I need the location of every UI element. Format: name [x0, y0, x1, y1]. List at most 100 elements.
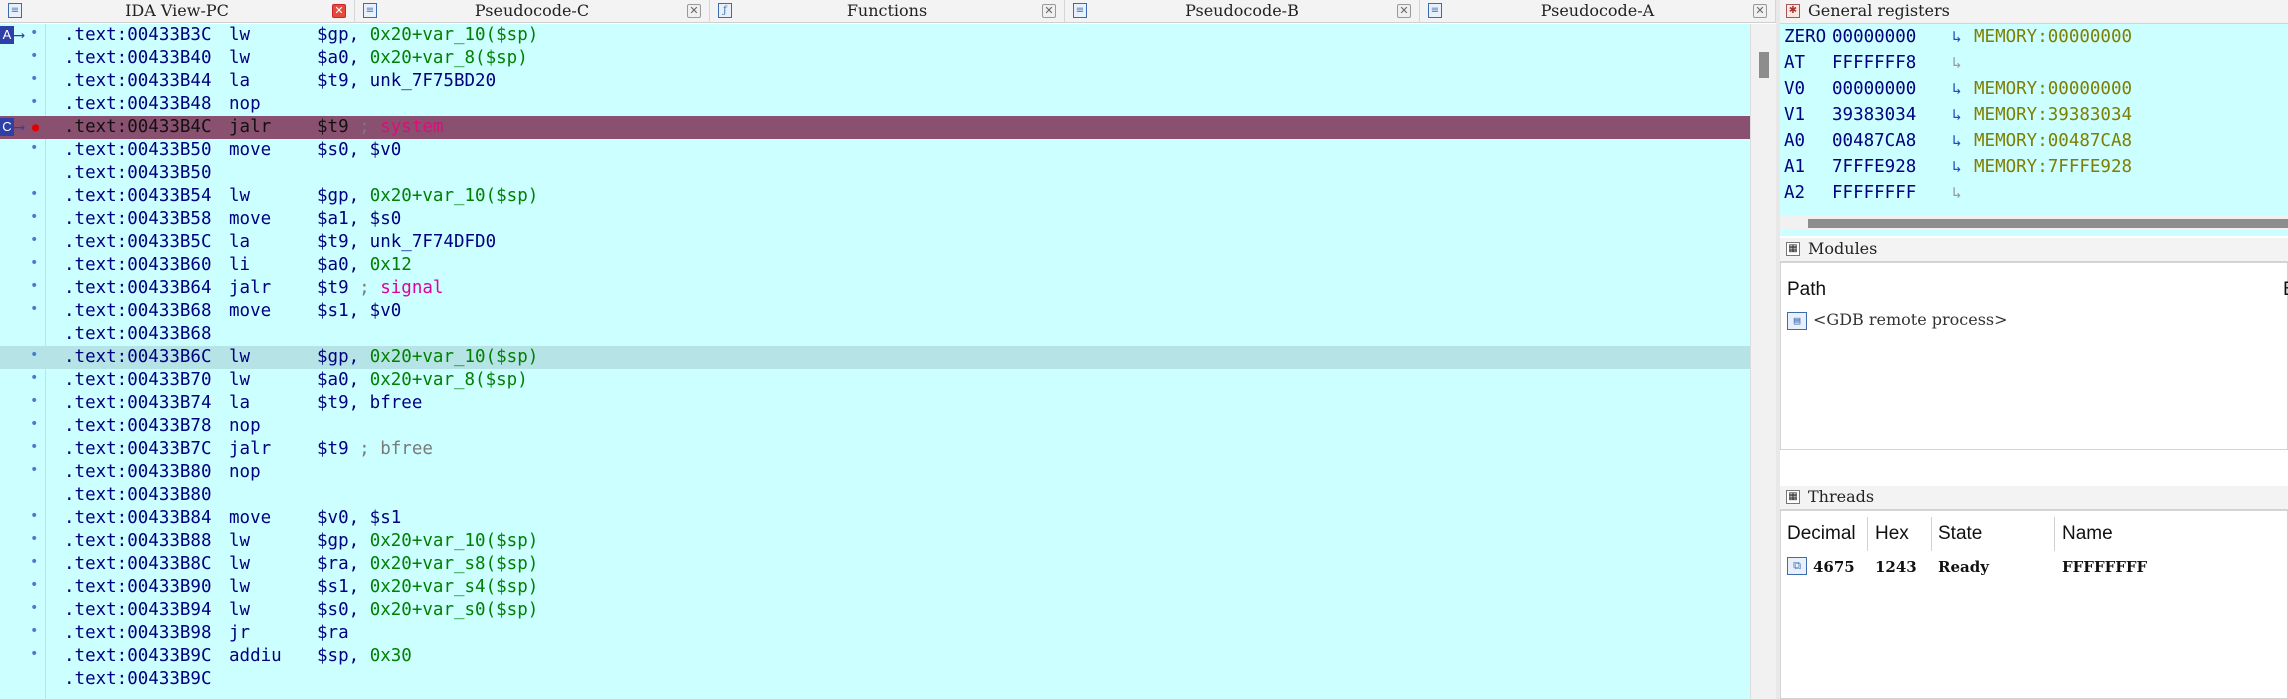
register-value[interactable]: FFFFFFFF [1832, 180, 1916, 206]
register-value[interactable]: 00487CA8 [1832, 128, 1916, 154]
code-mnemonic[interactable]: nop [229, 461, 261, 484]
code-line[interactable]: .text:00433B50 [0, 162, 1750, 185]
code-operands[interactable]: $s1, $v0 [317, 300, 401, 323]
code-mnemonic[interactable]: jalr [229, 438, 271, 461]
code-line[interactable]: • .text:00433B84 move $v0, $s1 [0, 507, 1750, 530]
registers-list[interactable]: ZERO 00000000 ↳ MEMORY:00000000 AT FFFFFFF8 ↳ V… [1780, 24, 2288, 236]
column-header-path[interactable]: Path [1787, 279, 1826, 301]
register-value[interactable]: 00000000 [1832, 76, 1916, 102]
code-line[interactable]: • .text:00433B58 move $a1, $s0 [0, 208, 1750, 231]
tab-pseudocode-c[interactable]: ≡ Pseudocode-C ✕ [355, 0, 710, 23]
column-header-decimal[interactable]: Decimal [1787, 523, 1856, 545]
code-line[interactable]: • .text:00433B5C la $t9, unk_7F74DFD0 [0, 231, 1750, 254]
code-operands[interactable]: $a0, 0x20+var_8($sp) [317, 369, 528, 392]
register-row[interactable]: A1 7FFFE928 ↳ MEMORY:7FFFE928 [1784, 154, 2284, 180]
code-operands[interactable]: $gp, 0x20+var_10($sp) [317, 185, 538, 208]
code-line[interactable]: • .text:00433B8C lw $ra, 0x20+var_s8($sp) [0, 553, 1750, 576]
code-address[interactable]: .text:00433B98 [64, 622, 212, 645]
jump-arrow-icon[interactable]: ↳ [1952, 154, 1962, 180]
code-address[interactable]: .text:00433B58 [64, 208, 212, 231]
code-line[interactable]: .text:00433B4C jalr $t9 ; system [0, 116, 1750, 139]
scrollbar-thumb[interactable] [1808, 219, 2288, 228]
code-operands[interactable]: $a0, 0x12 [317, 254, 412, 277]
code-line[interactable]: • .text:00433B70 lw $a0, 0x20+var_8($sp) [0, 369, 1750, 392]
code-mnemonic[interactable]: move [229, 208, 271, 231]
register-row[interactable]: AT FFFFFFF8 ↳ [1784, 50, 2284, 76]
code-line[interactable]: • .text:00433B3C lw $gp, 0x20+var_10($sp) [0, 24, 1750, 47]
code-line[interactable]: • .text:00433B40 lw $a0, 0x20+var_8($sp) [0, 47, 1750, 70]
code-address[interactable]: .text:00433B44 [64, 70, 212, 93]
code-address[interactable]: .text:00433B94 [64, 599, 212, 622]
code-mnemonic[interactable]: lw [229, 24, 250, 47]
code-mnemonic[interactable]: la [229, 70, 250, 93]
tab-pseudocode-a[interactable]: ≡ Pseudocode-A ✕ [1420, 0, 1776, 23]
jump-arrow-icon[interactable]: ↳ [1952, 50, 1962, 76]
code-address[interactable]: .text:00433B48 [64, 93, 212, 116]
jump-arrow-icon[interactable]: ↳ [1952, 24, 1962, 50]
jump-arrow-icon[interactable]: ↳ [1952, 180, 1962, 206]
vertical-scrollbar[interactable] [1750, 24, 1776, 699]
register-row[interactable]: V0 00000000 ↳ MEMORY:00000000 [1784, 76, 2284, 102]
disassembly-view[interactable]: • .text:00433B3C lw $gp, 0x20+var_10($sp) •.… [0, 24, 1750, 699]
code-mnemonic[interactable]: lw [229, 599, 250, 622]
column-header-b[interactable]: B [2283, 279, 2288, 301]
code-operands[interactable]: $a0, 0x20+var_8($sp) [317, 47, 528, 70]
code-address[interactable]: .text:00433B88 [64, 530, 212, 553]
code-operands[interactable]: $t9 ; bfree [317, 438, 433, 461]
code-address[interactable]: .text:00433B54 [64, 185, 212, 208]
code-operands[interactable]: $t9, unk_7F74DFD0 [317, 231, 496, 254]
code-operands[interactable]: $t9, unk_7F75BD20 [317, 70, 496, 93]
code-mnemonic[interactable]: nop [229, 415, 261, 438]
code-operands[interactable]: $s1, 0x20+var_s4($sp) [317, 576, 538, 599]
register-memory-ref[interactable]: MEMORY:00487CA8 [1974, 128, 2132, 154]
column-header-state[interactable]: State [1938, 523, 1982, 545]
code-mnemonic[interactable]: la [229, 392, 250, 415]
code-line[interactable]: • .text:00433B64 jalr $t9 ; signal [0, 277, 1750, 300]
code-reference[interactable]: signal [380, 278, 443, 298]
code-operands[interactable]: $v0, $s1 [317, 507, 401, 530]
register-row[interactable]: A2 FFFFFFFF ↳ [1784, 180, 2284, 206]
code-mnemonic[interactable]: jr [229, 622, 250, 645]
tab-functions[interactable]: ƒ Functions ✕ [710, 0, 1065, 23]
tab-pseudocode-b[interactable]: ≡ Pseudocode-B ✕ [1065, 0, 1420, 23]
code-address[interactable]: .text:00433B40 [64, 47, 212, 70]
close-icon[interactable]: ✕ [332, 4, 346, 18]
register-memory-ref[interactable]: MEMORY:39383034 [1974, 102, 2132, 128]
code-line[interactable]: • .text:00433B68 move $s1, $v0 [0, 300, 1750, 323]
code-mnemonic[interactable]: move [229, 300, 271, 323]
code-operands[interactable]: $s0, 0x20+var_s0($sp) [317, 599, 538, 622]
code-address[interactable]: .text:00433B70 [64, 369, 212, 392]
code-line[interactable]: • .text:00433B9C addiu $sp, 0x30 [0, 645, 1750, 668]
code-operands[interactable]: $t9 ; system [317, 116, 443, 139]
close-icon[interactable]: ✕ [1397, 4, 1411, 18]
code-mnemonic[interactable]: move [229, 139, 271, 162]
code-mnemonic[interactable]: jalr [229, 277, 271, 300]
code-mnemonic[interactable]: lw [229, 576, 250, 599]
register-value[interactable]: FFFFFFF8 [1832, 50, 1916, 76]
breakpoint-icon[interactable]: ● [32, 118, 39, 136]
code-address[interactable]: .text:00433B4C [64, 116, 212, 139]
code-line[interactable]: • .text:00433B94 lw $s0, 0x20+var_s0($sp) [0, 599, 1750, 622]
code-address[interactable]: .text:00433B50 [64, 162, 212, 185]
code-address[interactable]: .text:00433B84 [64, 507, 212, 530]
code-line[interactable]: • .text:00433B7C jalr $t9 ; bfree [0, 438, 1750, 461]
code-address[interactable]: .text:00433B68 [64, 300, 212, 323]
code-line[interactable]: • .text:00433B80 nop [0, 461, 1750, 484]
code-mnemonic[interactable]: lw [229, 553, 250, 576]
code-operands[interactable]: $gp, 0x20+var_10($sp) [317, 346, 538, 369]
thread-row[interactable]: ⧉ 4675 1243 Ready FFFFFFFF [1781, 555, 2288, 579]
code-reference[interactable]: system [380, 117, 443, 137]
code-line[interactable]: • .text:00433B98 jr $ra [0, 622, 1750, 645]
code-address[interactable]: .text:00433B80 [64, 484, 212, 507]
register-memory-ref[interactable]: MEMORY:00000000 [1974, 24, 2132, 50]
code-mnemonic[interactable]: lw [229, 530, 250, 553]
register-memory-ref[interactable]: MEMORY:7FFFE928 [1974, 154, 2132, 180]
code-address[interactable]: .text:00433B64 [64, 277, 212, 300]
code-address[interactable]: .text:00433B9C [64, 645, 212, 668]
code-address[interactable]: .text:00433B5C [64, 231, 212, 254]
code-line[interactable]: .text:00433B9C [0, 668, 1750, 691]
code-address[interactable]: .text:00433B78 [64, 415, 212, 438]
code-line[interactable]: • .text:00433B48 nop [0, 93, 1750, 116]
code-mnemonic[interactable]: lw [229, 47, 250, 70]
code-line[interactable]: .text:00433B80 [0, 484, 1750, 507]
